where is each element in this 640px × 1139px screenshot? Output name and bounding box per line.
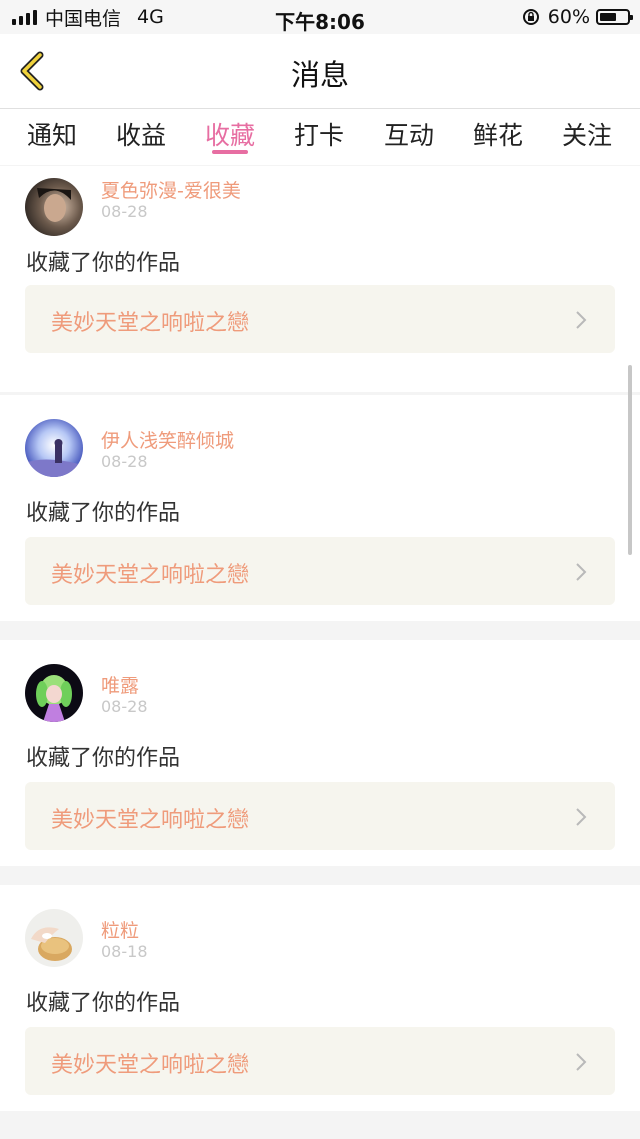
user-name[interactable]: 伊人浅笑醉倾城 bbox=[101, 426, 234, 453]
chevron-right-icon bbox=[576, 1053, 587, 1071]
tab-bar: 通知 收益 收藏 打卡 互动 鲜花 关注 bbox=[0, 109, 640, 165]
action-text: 收藏了你的作品 bbox=[26, 991, 181, 1016]
message-date: 08-28 bbox=[101, 697, 148, 716]
scrollbar[interactable] bbox=[628, 365, 632, 555]
message-card: 粒粒 08-18 收藏了你的作品 美妙天堂之响啦之戀 bbox=[0, 885, 640, 1111]
user-name[interactable]: 夏色弥漫-爱很美 bbox=[101, 176, 241, 203]
tab-following[interactable]: 关注 bbox=[562, 116, 612, 152]
tab-checkin[interactable]: 打卡 bbox=[294, 116, 344, 152]
work-title: 美妙天堂之响啦之戀 bbox=[51, 563, 250, 588]
battery-icon bbox=[596, 9, 633, 25]
chevron-right-icon bbox=[576, 563, 587, 581]
message-date: 08-28 bbox=[101, 452, 148, 471]
message-card: 夏色弥漫-爱很美 08-28 收藏了你的作品 美妙天堂之响啦之戀 bbox=[0, 166, 640, 392]
work-link[interactable]: 美妙天堂之响啦之戀 bbox=[25, 1027, 615, 1095]
work-title: 美妙天堂之响啦之戀 bbox=[51, 808, 250, 833]
avatar[interactable] bbox=[25, 909, 83, 967]
work-link[interactable]: 美妙天堂之响啦之戀 bbox=[25, 285, 615, 353]
tab-favorites[interactable]: 收藏 bbox=[205, 116, 255, 152]
user-name[interactable]: 粒粒 bbox=[101, 916, 139, 943]
tab-earnings[interactable]: 收益 bbox=[116, 116, 166, 152]
work-link[interactable]: 美妙天堂之响啦之戀 bbox=[25, 782, 615, 850]
page-title: 消息 bbox=[290, 58, 349, 92]
work-link[interactable]: 美妙天堂之响啦之戀 bbox=[25, 537, 615, 605]
tab-interaction[interactable]: 互动 bbox=[384, 116, 434, 152]
avatar[interactable] bbox=[25, 419, 83, 477]
action-text: 收藏了你的作品 bbox=[26, 746, 181, 771]
action-text: 收藏了你的作品 bbox=[26, 501, 181, 526]
user-name[interactable]: 唯露 bbox=[101, 671, 139, 698]
tab-notifications[interactable]: 通知 bbox=[27, 116, 77, 152]
status-bar: 中国电信 4G 下午8:06 60% bbox=[0, 0, 640, 34]
message-date: 08-28 bbox=[101, 202, 148, 221]
active-tab-indicator bbox=[212, 150, 248, 154]
message-date: 08-18 bbox=[101, 942, 148, 961]
work-title: 美妙天堂之响啦之戀 bbox=[51, 311, 250, 336]
work-title: 美妙天堂之响啦之戀 bbox=[51, 1053, 250, 1078]
battery-percent: 60% bbox=[547, 6, 590, 28]
nav-bar: 消息 bbox=[0, 34, 640, 109]
rotation-lock-icon bbox=[522, 9, 539, 25]
message-card: 伊人浅笑醉倾城 08-28 收藏了你的作品 美妙天堂之响啦之戀 bbox=[0, 395, 640, 621]
tab-flowers[interactable]: 鲜花 bbox=[473, 116, 523, 152]
status-right: 60% bbox=[522, 6, 633, 28]
message-card: 唯露 08-28 收藏了你的作品 美妙天堂之响啦之戀 bbox=[0, 640, 640, 866]
avatar[interactable] bbox=[25, 664, 83, 722]
action-text: 收藏了你的作品 bbox=[26, 251, 181, 276]
chevron-right-icon bbox=[576, 808, 587, 826]
chevron-right-icon bbox=[576, 311, 587, 329]
avatar[interactable] bbox=[25, 178, 83, 236]
